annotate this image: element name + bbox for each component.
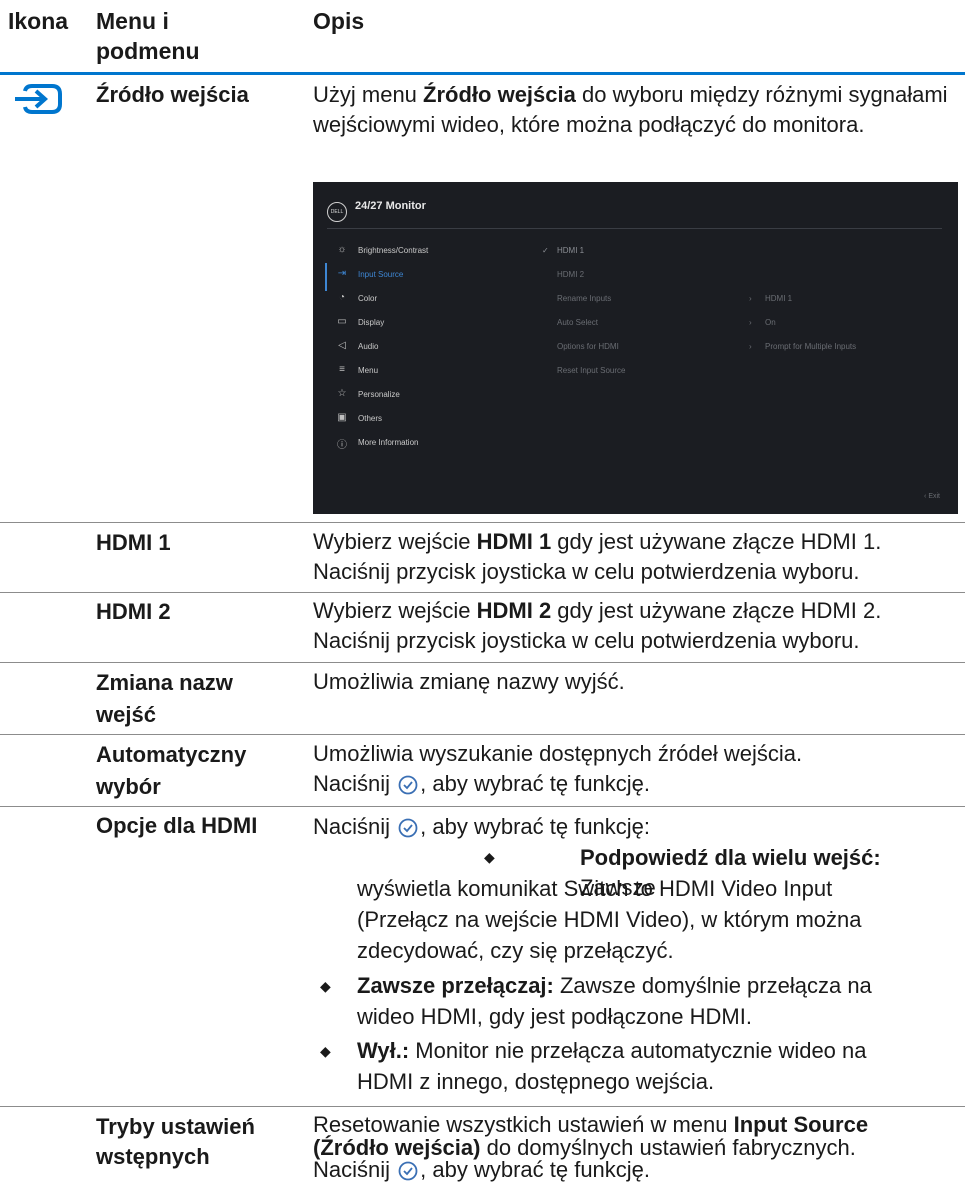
chevron-right-icon: › (749, 294, 752, 303)
row-desc-auto-1: Umożliwia wyszukanie dostępnych źródeł w… (313, 741, 803, 766)
display-icon: ▭ (337, 316, 347, 327)
row-label-hdmi2: HDMI 2 (96, 599, 171, 624)
desc-text: Monitor nie przełącza automatycznie wide… (409, 1038, 867, 1063)
desc-text: Naciśnij (313, 1157, 397, 1182)
osd-submenu-item: Options for HDMI (557, 342, 619, 351)
bullet-icon: ◆ (320, 1043, 331, 1059)
desc-text: , aby wybrać tę funkcję. (420, 1157, 651, 1182)
row-label-auto-1: Automatyczny (96, 742, 247, 767)
option-prompt-line4: zdecydować, czy się przełączyć. (357, 938, 674, 963)
exit-label: Exit (928, 493, 940, 500)
osd-value: HDMI 1 (765, 294, 793, 303)
row-label-input-source: Źródło wejścia (96, 82, 249, 107)
row-divider (0, 734, 965, 735)
osd-title: 24/27 Monitor (355, 200, 426, 212)
row-desc-hdmi-options-intro: Naciśnij , aby wybrać tę funkcję: (313, 812, 958, 842)
osd-menu-item: Menu (358, 366, 379, 375)
header-icon-col: Ikona (8, 8, 69, 34)
row-label-rename-1: Zmiana nazw (96, 670, 233, 695)
row-desc-input-source: Użyj menu Źródło wejścia do wyboru międz… (313, 80, 958, 140)
check-circle-icon (398, 1161, 418, 1181)
osd-menu-item: Color (358, 294, 378, 303)
header-menu-col-1: Menu i (96, 8, 169, 34)
row-divider (0, 592, 965, 593)
osd-submenu-item: Reset Input Source (557, 366, 626, 375)
row-divider (0, 662, 965, 663)
option-off-line2: HDMI z innego, dostępnego wejścia. (357, 1069, 715, 1094)
row-desc-hdmi2: Wybierz wejście HDMI 2 gdy jest używane … (313, 596, 963, 656)
osd-submenu-item: HDMI 2 (557, 270, 585, 279)
option-prompt-line3: (Przełącz na wejście HDMI Video), w któr… (357, 907, 862, 932)
option-bold: Podpowiedź dla wielu wejść: (580, 845, 881, 870)
desc-text: , aby wybrać tę funkcję. (420, 771, 651, 796)
osd-menu-item: More Information (358, 438, 419, 447)
desc-bold: HDMI 1 (476, 529, 552, 554)
desc-bold: HDMI 2 (476, 598, 552, 623)
desc-text: Wybierz wejście (313, 598, 477, 623)
sun-icon: ☼ (337, 244, 347, 255)
dell-logo: DELL (327, 202, 347, 222)
osd-selection-bar (325, 263, 327, 291)
row-label-reset-2: wstępnych (96, 1144, 210, 1169)
check-circle-icon (398, 818, 418, 838)
option-always-line2: wideo HDMI, gdy jest podłączone HDMI. (357, 1004, 752, 1029)
menu-icon: ≡ (339, 364, 345, 375)
osd-menu-item: Display (358, 318, 385, 327)
speaker-icon: ◁ (338, 340, 346, 351)
option-bold: Wył.: (357, 1038, 410, 1063)
osd-menu-item: Audio (358, 342, 379, 351)
input-source-icon (12, 82, 64, 116)
osd-menu-item: Brightness/Contrast (358, 246, 429, 255)
header-menu-col-2: podmenu (96, 38, 200, 64)
row-desc-rename: Umożliwia zmianę nazwy wyjść. (313, 669, 625, 694)
osd-value: Prompt for Multiple Inputs (765, 342, 857, 351)
row-desc-auto-2: Naciśnij , aby wybrać tę funkcję. (313, 769, 958, 799)
header-desc-col: Opis (313, 8, 365, 34)
chevron-right-icon: › (749, 318, 752, 327)
input-icon: ⇥ (337, 268, 347, 279)
row-divider (0, 806, 965, 807)
row-desc-hdmi1: Wybierz wejście HDMI 1 gdy jest używane … (313, 527, 963, 587)
check-icon: ✓ (542, 246, 549, 255)
osd-submenu-item: HDMI 1 (557, 246, 585, 255)
desc-text: Użyj menu (313, 82, 424, 107)
row-divider (0, 1106, 965, 1107)
osd-menu-item: Input Source (358, 270, 404, 279)
option-always-line1: Zawsze przełączaj: Zawsze domyślnie prze… (357, 971, 957, 1001)
desc-text: Naciśnij (313, 814, 397, 839)
osd-submenu-item: Rename Inputs (557, 294, 612, 303)
star-icon: ☆ (337, 388, 347, 399)
option-off-line1: Wył.: Monitor nie przełącza automatyczni… (357, 1036, 957, 1066)
bullet-icon: ◆ (484, 849, 495, 865)
desc-text: , aby wybrać tę funkcję: (420, 814, 651, 839)
row-label-hdmi1: HDMI 1 (96, 530, 171, 555)
desc-text: Zawsze domyślnie przełącza na (553, 973, 872, 998)
bullet-icon: ◆ (320, 978, 331, 994)
osd-divider (327, 228, 942, 229)
row-label-reset-1: Tryby ustawień (96, 1114, 255, 1139)
desc-text: Wybierz wejście (313, 529, 477, 554)
palette-icon: ◔ (338, 292, 346, 303)
row-divider (0, 522, 965, 523)
row-label-auto-2: wybór (96, 774, 161, 799)
osd-menu-item: Others (358, 414, 383, 423)
row-desc-reset-3: Naciśnij , aby wybrać tę funkcję. (313, 1155, 958, 1185)
row-label-hdmi-options: Opcje dla HDMI (96, 813, 258, 838)
osd-exit: ‹ Exit (924, 493, 940, 500)
others-icon: ▣ (337, 412, 347, 423)
header-rule (0, 72, 965, 75)
osd-menu-item: Personalize (358, 390, 400, 399)
info-icon: ⓘ (337, 440, 347, 451)
option-bold: Zawsze przełączaj: (357, 973, 554, 998)
desc-text: Naciśnij (313, 771, 397, 796)
row-label-rename-2: wejść (96, 702, 156, 727)
chevron-right-icon: › (749, 342, 752, 351)
osd-value: On (765, 318, 776, 327)
option-prompt-line2: wyświetla komunikat Switch to HDMI Video… (357, 876, 833, 901)
osd-submenu-item: Auto Select (557, 318, 598, 327)
desc-bold: Źródło wejścia (423, 82, 576, 107)
osd-screenshot: DELL 24/27 Monitor ☼ ⇥ ◔ ▭ ◁ ≡ ☆ ▣ ⓘ Bri… (313, 182, 958, 514)
check-circle-icon (398, 775, 418, 795)
